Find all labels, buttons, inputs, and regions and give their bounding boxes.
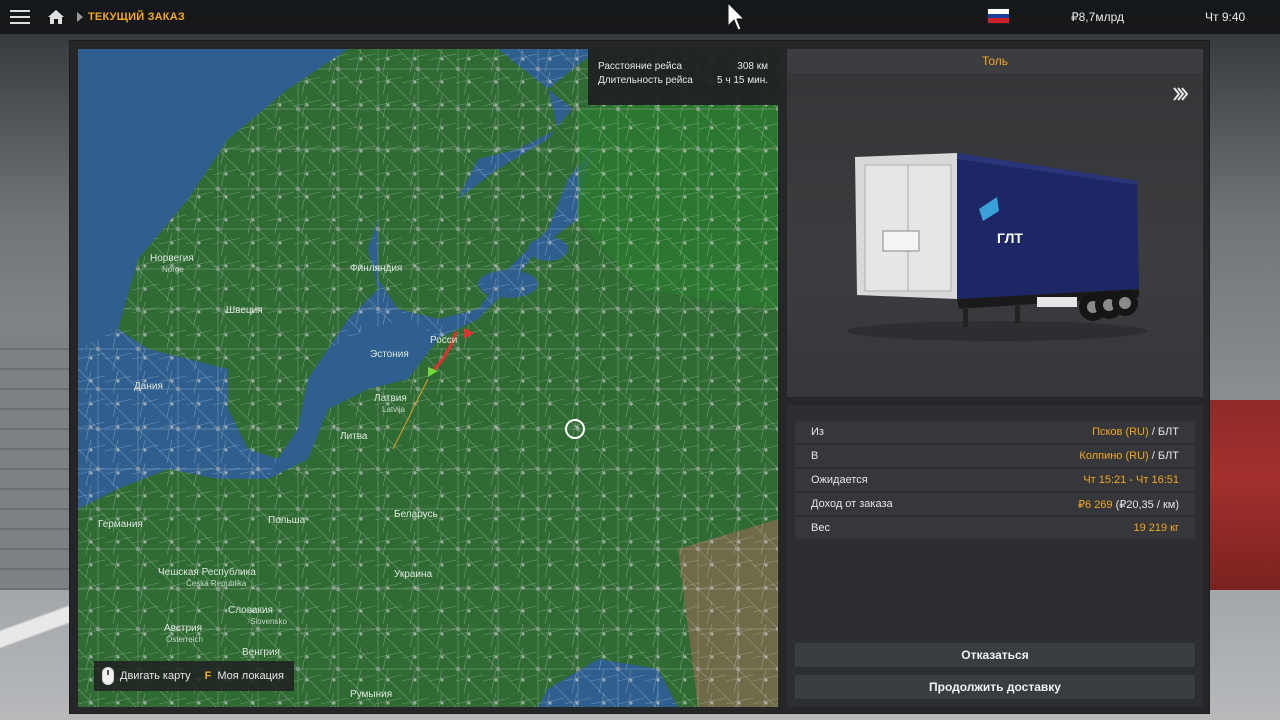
from-company: / БЛТ: [1148, 426, 1179, 438]
detail-label-weight: Вес: [811, 522, 830, 534]
money-balance: ₽8,7млрд: [1071, 10, 1124, 24]
detail-value-income: ₽6 269 (₽20,35 / км): [1078, 498, 1179, 511]
trailer-brand-text: ГЛТ: [997, 230, 1023, 246]
key-f-icon: F: [204, 670, 212, 682]
detail-value-expected: Чт 15:21 - Чт 16:51: [1083, 474, 1179, 486]
route-map[interactable]: Норвегия Norge Швеция Финляндия Росси Эс…: [78, 49, 778, 707]
map-label-denmark: Дания: [134, 381, 163, 392]
job-details: Из Псков (RU) / БЛТ В Колпино (RU) / БЛТ…: [787, 405, 1203, 707]
continue-delivery-button-label: Продолжить доставку: [929, 680, 1061, 694]
hamburger-icon: [10, 10, 30, 24]
map-canvas: [78, 49, 778, 707]
map-label-ukraine: Украина: [394, 569, 433, 580]
detail-row-expected: Ожидается Чт 15:21 - Чт 16:51: [795, 469, 1195, 491]
map-label-hungary: Венгрия: [242, 647, 280, 658]
mouse-icon: [102, 667, 114, 685]
route-distance-label: Расстояние рейса: [598, 61, 683, 72]
map-label-latvia: Латвия: [374, 393, 407, 404]
map-label-belarus: Беларусь: [394, 509, 438, 520]
detail-value-weight: 19 219 кг: [1133, 522, 1179, 534]
trailer-preview: ГЛТ: [787, 73, 1203, 397]
detail-label-income: Доход от заказа: [811, 498, 893, 510]
trailer-illustration: ГЛТ: [847, 153, 1147, 341]
map-label-austria-local: Österreich: [166, 635, 203, 644]
detail-label-to: В: [811, 450, 819, 462]
route-info-box: Расстояние рейса 308 км Длительность рей…: [588, 49, 778, 105]
job-window: Норвегия Norge Швеция Финляндия Росси Эс…: [69, 40, 1210, 714]
map-controls-hint: Двигать карту F Моя локация: [94, 661, 294, 691]
detail-row-from: Из Псков (RU) / БЛТ: [795, 421, 1195, 443]
income-amount: ₽6 269: [1078, 498, 1113, 511]
map-label-norway-local: Norge: [162, 265, 184, 274]
game-clock: Чт 9:40: [1205, 10, 1246, 24]
map-label-russia: Росси: [430, 335, 458, 346]
my-location-button[interactable]: Моя локация: [217, 670, 284, 682]
map-label-austria: Австрия: [164, 623, 203, 634]
detail-label-expected: Ожидается: [811, 474, 868, 486]
cargo-name: Толь: [981, 54, 1009, 68]
to-city: Колпино (RU): [1079, 450, 1149, 462]
from-city: Псков (RU): [1092, 426, 1149, 438]
country-flag-russia: [987, 8, 1010, 24]
income-per-km: (₽20,35 / км): [1112, 498, 1179, 511]
route-duration-label: Длительность рейса: [598, 75, 693, 86]
map-label-czech: Чешская Республика: [158, 567, 256, 578]
detail-row-weight: Вес 19 219 кг: [795, 517, 1195, 539]
detail-value-to: Колпино (RU) / БЛТ: [1079, 450, 1179, 462]
to-company: / БЛТ: [1148, 450, 1179, 462]
map-label-czech-local: Česká Republika: [186, 579, 247, 588]
menu-button[interactable]: [0, 0, 40, 34]
continue-delivery-button[interactable]: Продолжить доставку: [795, 675, 1195, 699]
decline-button[interactable]: Отказаться: [795, 643, 1195, 667]
map-label-poland: Польша: [268, 515, 306, 526]
map-label-slovakia: Словакия: [228, 605, 273, 616]
detail-row-income: Доход от заказа ₽6 269 (₽20,35 / км): [795, 493, 1195, 515]
home-icon: [48, 10, 64, 24]
detail-label-from: Из: [811, 426, 824, 438]
cargo-weight: 19 219 кг: [1133, 522, 1179, 534]
map-label-finland: Финляндия: [350, 263, 403, 274]
decline-button-label: Отказаться: [961, 648, 1029, 662]
move-map-hint: Двигать карту: [120, 670, 191, 682]
map-label-latvia-local: Latvija: [382, 405, 406, 414]
mouse-cursor-icon: [727, 2, 746, 31]
map-label-romania: Румыния: [350, 689, 393, 700]
detail-row-to: В Колпино (RU) / БЛТ: [795, 445, 1195, 467]
route-distance-value: 308 км: [737, 61, 768, 72]
breadcrumb-current-job[interactable]: ТЕКУЩИЙ ЗАКАЗ: [88, 11, 185, 23]
expected-time: Чт 15:21 - Чт 16:51: [1083, 474, 1179, 486]
map-label-slovakia-local: Slovensko: [250, 617, 287, 626]
home-button[interactable]: [40, 0, 72, 34]
map-label-sweden: Швеция: [226, 305, 263, 316]
map-label-lithuania: Литва: [340, 431, 368, 442]
cargo-name-header: Толь: [787, 49, 1203, 73]
map-label-norway: Норвегия: [150, 253, 194, 264]
map-label-germany: Германия: [98, 519, 143, 530]
map-label-estonia: Эстония: [370, 349, 409, 360]
detail-value-from: Псков (RU) / БЛТ: [1092, 426, 1179, 438]
breadcrumb-arrow-icon: [72, 0, 88, 34]
route-duration-value: 5 ч 15 мин.: [717, 75, 768, 86]
